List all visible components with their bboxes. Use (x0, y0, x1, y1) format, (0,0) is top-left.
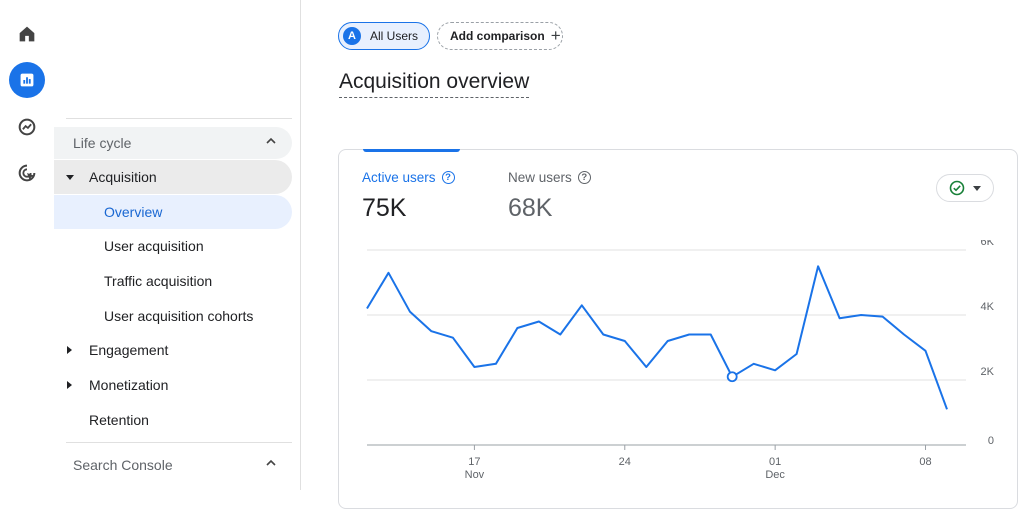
x-tick-label: 17 (468, 456, 480, 468)
x-tick-label: 08 (919, 456, 931, 468)
nav-section-label: Life cycle (73, 135, 132, 151)
chevron-up-icon (266, 459, 276, 466)
nav-divider (66, 118, 292, 119)
metric-label: New users (508, 170, 572, 185)
help-icon[interactable]: ? (577, 171, 591, 184)
nav-item-acquisition[interactable]: Acquisition (54, 160, 292, 194)
nav-item-label: User acquisition cohorts (104, 308, 254, 324)
check-circle-icon (949, 180, 965, 196)
nav-divider (66, 442, 292, 443)
data-point-highlight (726, 371, 738, 383)
y-tick-label: 4K (981, 301, 995, 313)
caret-right-icon (67, 346, 72, 354)
explore-button[interactable] (9, 109, 45, 145)
active-users-line-chart[interactable]: 6K 4K 2K 0 17Nov 24 01Dec 08 (338, 240, 1018, 490)
nav-item-engagement[interactable]: Engagement (54, 333, 292, 367)
nav-item-user-acquisition-cohorts[interactable]: User acquisition cohorts (54, 299, 292, 333)
caret-down-icon (66, 175, 74, 180)
y-tick-label: 2K (981, 366, 995, 378)
caret-right-icon (67, 381, 72, 389)
metric-value: 75K (362, 194, 407, 222)
metric-active-users[interactable]: Active users ? 75K (362, 170, 455, 223)
explore-icon (18, 118, 36, 136)
add-comparison-label: Add comparison (450, 29, 545, 43)
nav-item-user-acquisition[interactable]: User acquisition (54, 229, 292, 263)
nav-item-label: Acquisition (89, 169, 157, 185)
x-tick-month-label: Nov (465, 469, 485, 481)
series-line-active-users (366, 265, 948, 410)
nav-item-label: Monetization (89, 377, 169, 393)
reports-icon (20, 73, 34, 87)
metric-label: Active users (362, 170, 436, 185)
nav-section-search-console[interactable]: Search Console (54, 449, 292, 481)
advertising-icon (18, 164, 36, 182)
plus-icon: + (550, 26, 561, 45)
nav-section-lifecycle[interactable]: Life cycle (54, 127, 292, 159)
nav-item-traffic-acquisition[interactable]: Traffic acquisition (54, 264, 292, 298)
chevron-down-icon (973, 185, 981, 191)
reports-button[interactable] (9, 62, 45, 98)
nav-item-label: Retention (89, 412, 149, 428)
metric-new-users[interactable]: New users ? 68K (508, 170, 591, 223)
icon-rail (0, 0, 55, 490)
nav-item-overview[interactable]: Overview (54, 195, 292, 229)
y-tick-label: 6K (981, 240, 995, 248)
x-tick-month-label: Dec (765, 469, 785, 481)
advertising-button[interactable] (9, 155, 45, 191)
nav-item-label: Overview (104, 204, 163, 220)
nav-section-label: Search Console (73, 457, 173, 473)
chevron-up-icon (266, 137, 276, 144)
insights-dropdown-button[interactable] (936, 174, 994, 202)
home-icon (19, 26, 35, 42)
page-title[interactable]: Acquisition overview (339, 70, 530, 98)
nav-item-label: Engagement (89, 342, 169, 358)
nav-item-label: Traffic acquisition (104, 273, 213, 289)
reports-nav: Life cycle Acquisition Overview User acq… (54, 0, 301, 490)
nav-item-label: User acquisition (104, 238, 204, 254)
segment-chip-all-users[interactable]: A All Users (338, 22, 430, 50)
nav-item-retention[interactable]: Retention (54, 403, 292, 437)
segment-avatar: A (343, 27, 361, 45)
y-tick-label: 0 (988, 435, 994, 447)
active-tab-indicator (363, 149, 460, 152)
nav-item-monetization[interactable]: Monetization (54, 368, 292, 402)
home-button[interactable] (9, 16, 45, 52)
x-tick-label: 01 (769, 456, 781, 468)
metric-value: 68K (508, 194, 553, 222)
add-comparison-button[interactable]: Add comparison + (437, 22, 563, 50)
help-icon[interactable]: ? (441, 171, 455, 184)
x-tick-label: 24 (619, 456, 631, 468)
segment-label: All Users (370, 29, 419, 43)
